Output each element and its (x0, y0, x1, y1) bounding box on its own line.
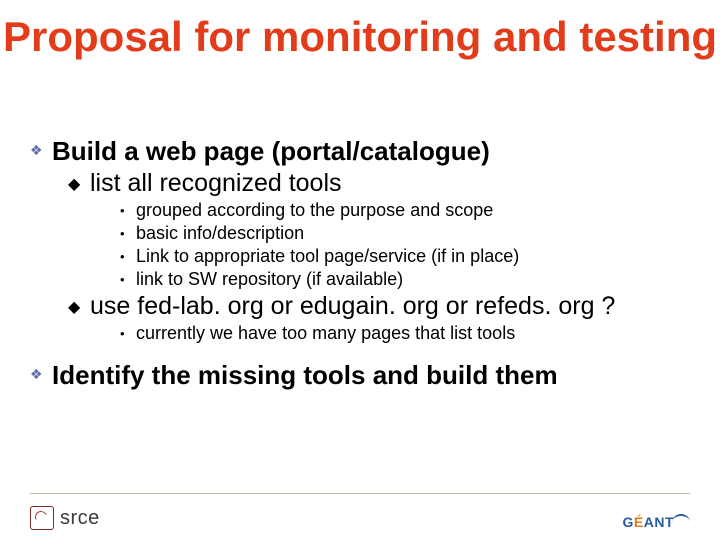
bullet-level3: • link to SW repository (if available) (120, 269, 690, 290)
bullet-text: link to SW repository (if available) (136, 269, 690, 290)
dot-icon: • (120, 326, 136, 341)
divider-line (30, 493, 690, 494)
geant-letter: G (622, 514, 633, 530)
diamond-small-icon: ◆ (68, 174, 90, 194)
dot-icon: • (120, 203, 136, 218)
bullet-text: basic info/description (136, 223, 690, 244)
slide-content: ❖ Build a web page (portal/catalogue) ◆ … (30, 130, 690, 391)
bullet-level2: ◆ use fed-lab. org or edugain. org or re… (68, 292, 690, 321)
bullet-text: use fed-lab. org or edugain. org or refe… (90, 292, 690, 321)
bullet-text: Link to appropriate tool page/service (i… (136, 246, 690, 267)
dot-icon: • (120, 226, 136, 241)
srce-mark-icon (30, 506, 54, 530)
bullet-level3: • Link to appropriate tool page/service … (120, 246, 690, 267)
bullet-level1: ❖ Identify the missing tools and build t… (30, 360, 690, 391)
dot-icon: • (120, 249, 136, 264)
srce-logo-text: srce (60, 507, 100, 530)
bullet-text: list all recognized tools (90, 169, 690, 198)
diamond-small-icon: ◆ (68, 297, 90, 317)
swoosh-icon (672, 514, 690, 522)
slide: Proposal for monitoring and testing ❖ Bu… (0, 0, 720, 540)
logo-geant: GÉANT (622, 514, 690, 530)
bullet-text: Build a web page (portal/catalogue) (52, 136, 690, 167)
bullet-text: Identify the missing tools and build the… (52, 360, 690, 391)
bullet-text: currently we have too many pages that li… (136, 323, 690, 344)
slide-title: Proposal for monitoring and testing (0, 14, 720, 59)
dot-icon: • (120, 272, 136, 287)
bullet-level3: • basic info/description (120, 223, 690, 244)
diamond-icon: ❖ (30, 142, 52, 159)
bullet-level1: ❖ Build a web page (portal/catalogue) (30, 136, 690, 167)
geant-letter: É (634, 514, 644, 530)
logo-srce: srce (30, 506, 100, 530)
bullet-level3: • currently we have too many pages that … (120, 323, 690, 344)
diamond-icon: ❖ (30, 366, 52, 383)
bullet-level3: • grouped according to the purpose and s… (120, 200, 690, 221)
geant-letter: ANT (644, 514, 674, 530)
bullet-text: grouped according to the purpose and sco… (136, 200, 690, 221)
bullet-level2: ◆ list all recognized tools (68, 169, 690, 198)
spacer (30, 344, 690, 354)
